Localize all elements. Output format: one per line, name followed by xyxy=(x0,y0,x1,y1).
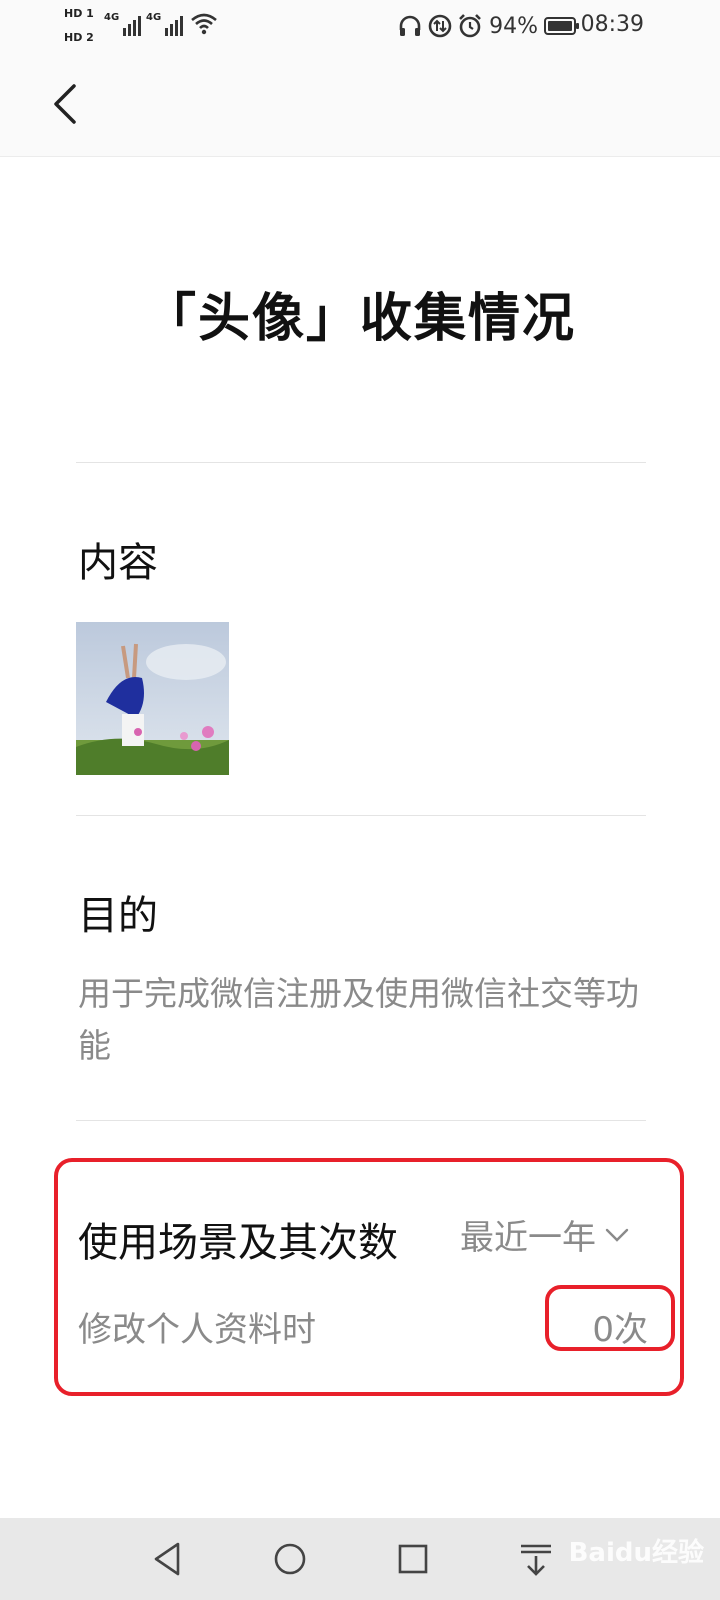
usage-heading: 使用场景及其次数 xyxy=(78,1220,398,1266)
back-button[interactable] xyxy=(40,76,96,132)
chevron-down-icon xyxy=(605,1228,629,1242)
triangle-back-icon[interactable] xyxy=(148,1538,190,1580)
top-nav-bar xyxy=(0,52,720,157)
signal-icon-1: 4G xyxy=(104,12,142,36)
data-saver-icon xyxy=(428,14,452,38)
divider xyxy=(76,1120,646,1121)
clock: 08:39 xyxy=(580,12,644,37)
signal-icon-2: 4G xyxy=(146,12,184,36)
sim2-label: HD 2 xyxy=(64,31,94,44)
sim1-label: HD 1 xyxy=(64,7,94,20)
divider xyxy=(76,815,646,816)
wifi-icon xyxy=(191,13,217,35)
status-bar: HD 1 HD 2 4G 4G 94% 08:39 xyxy=(0,0,720,52)
network1-label: 4G xyxy=(104,12,120,23)
alarm-icon xyxy=(459,14,482,38)
watermark: Baidu经验 xyxy=(568,1538,704,1568)
content-heading: 内容 xyxy=(78,540,158,586)
network2-label: 4G xyxy=(146,12,162,23)
system-nav-bar: Baidu经验 xyxy=(0,1518,720,1600)
purpose-heading: 目的 xyxy=(78,893,158,939)
period-dropdown[interactable]: 最近一年 xyxy=(460,1210,630,1259)
square-recent-icon[interactable] xyxy=(392,1538,434,1580)
avatar-image[interactable] xyxy=(76,622,229,775)
battery-percent: 94% xyxy=(489,13,538,39)
period-label: 最近一年 xyxy=(460,1218,596,1258)
notification-pull-icon[interactable] xyxy=(515,1538,557,1580)
highlight-box xyxy=(54,1158,684,1396)
battery-icon xyxy=(544,17,579,35)
chevron-left-icon xyxy=(54,84,76,124)
divider xyxy=(76,462,646,463)
purpose-text: 用于完成微信注册及使用微信社交等功能 xyxy=(78,974,639,1065)
circle-home-icon[interactable] xyxy=(269,1538,311,1580)
headphones-icon xyxy=(399,15,421,36)
usage-row-label: 修改个人资料时 xyxy=(78,1310,316,1350)
page-title: 「头像」收集情况 xyxy=(143,289,576,349)
usage-row-count: 0次 xyxy=(592,1310,648,1350)
